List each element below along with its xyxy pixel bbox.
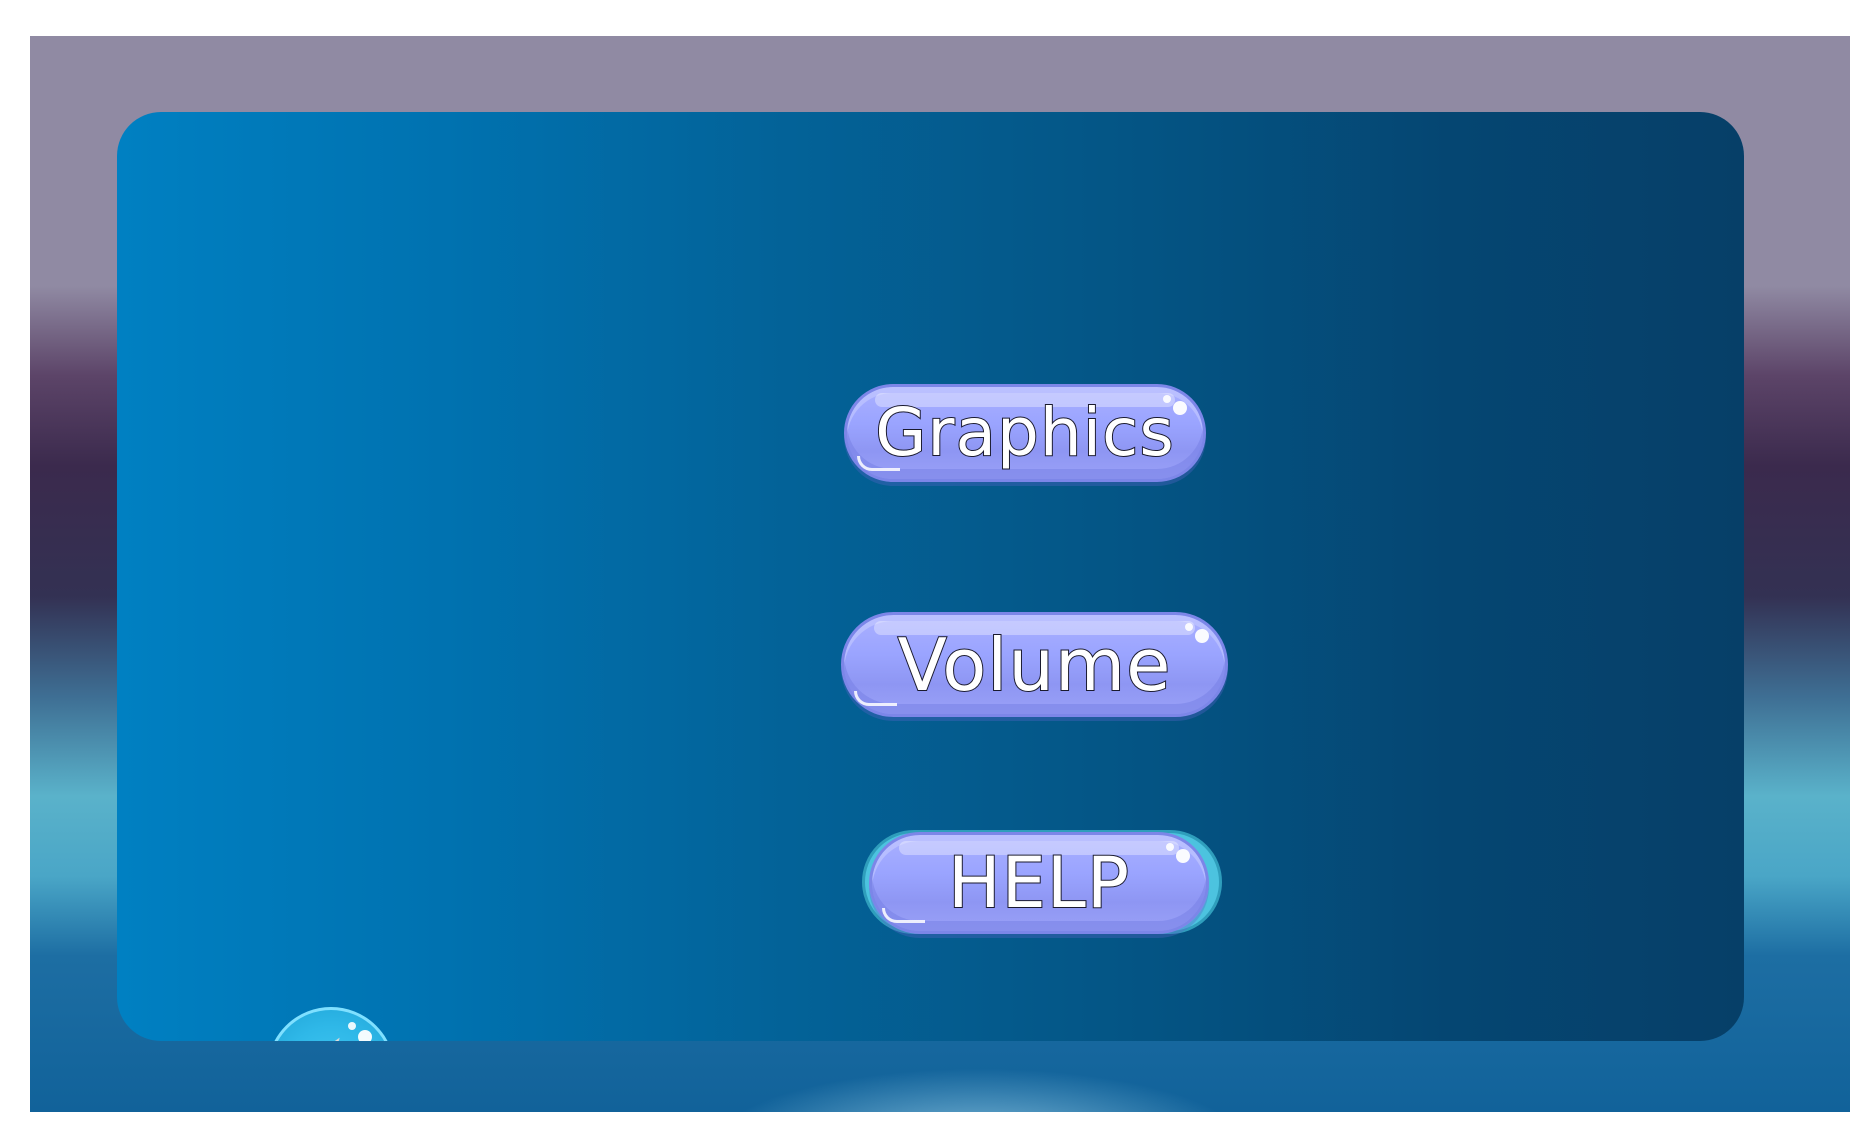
volume-button[interactable]: Volume	[841, 612, 1228, 717]
bubble-highlight-icon	[348, 1022, 356, 1030]
graphics-button[interactable]: Graphics	[844, 384, 1206, 482]
button-gloss	[882, 908, 925, 923]
button-gloss	[854, 691, 897, 706]
bubble-highlight-icon	[1185, 623, 1193, 631]
volume-button-label: Volume	[897, 622, 1172, 707]
help-button-label: HELP	[947, 842, 1131, 924]
bubble-highlight-icon	[1173, 401, 1187, 415]
settings-panel: Graphics Volume HELP	[117, 112, 1744, 1041]
graphics-button-label: Graphics	[874, 394, 1175, 471]
game-screen: Graphics Volume HELP	[30, 36, 1850, 1112]
bubble-highlight-icon	[358, 1030, 372, 1041]
bubble-highlight-icon	[1176, 849, 1190, 863]
back-button[interactable]	[267, 1007, 395, 1041]
bubble-highlight-icon	[1166, 843, 1174, 851]
bubble-highlight-icon	[1195, 629, 1209, 643]
help-button[interactable]: HELP	[869, 832, 1209, 934]
